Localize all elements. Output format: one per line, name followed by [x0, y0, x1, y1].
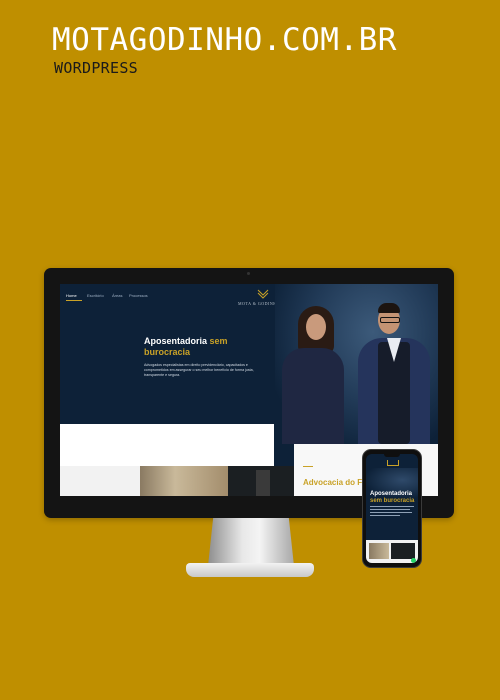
logo-icon	[257, 289, 269, 299]
lawyer-woman-body	[282, 348, 344, 444]
page-subtitle: WORDPRESS	[54, 59, 138, 77]
mobile-office-image	[369, 543, 389, 559]
office-image	[140, 466, 228, 496]
phone-notch	[384, 454, 400, 457]
mobile-screenshot: Aposentadoria sem burocracia	[366, 454, 418, 563]
mobile-hero-title-accent: sem burocracia	[370, 498, 415, 504]
lawyer-woman-face	[306, 314, 326, 340]
nav-item-escritorio[interactable]: Escritório	[87, 293, 104, 298]
mobile-phone: Aposentadoria sem burocracia	[362, 449, 422, 568]
mobile-dark-image	[391, 543, 415, 559]
site-logo-text: MOTA & GODINHO	[238, 301, 281, 306]
mobile-hero-title-white: Aposentadoria	[370, 491, 413, 497]
nav-item-areas[interactable]: Áreas	[112, 293, 122, 298]
door-image	[256, 470, 270, 496]
hero-title-white: Aposentadoria	[144, 336, 210, 346]
nav-item-processos[interactable]: Processos	[129, 293, 148, 298]
lawyer-man-hair	[378, 303, 400, 313]
monitor-stand-neck	[208, 518, 294, 566]
glasses-icon	[380, 317, 400, 323]
section-title: Advocacia do Fu	[303, 478, 368, 487]
section-divider	[303, 466, 313, 467]
mobile-hero-description	[370, 506, 414, 526]
nav-item-home[interactable]: Home	[66, 293, 77, 298]
hero-title: Aposentadoria sem burocracia	[144, 336, 254, 358]
monitor-stand-base	[186, 563, 314, 577]
hero-description: Advogados especialistas em direito previ…	[144, 363, 254, 377]
mobile-hero-title: Aposentadoria sem burocracia	[370, 491, 418, 505]
page-title: MOTAGODINHO.COM.BR	[52, 22, 397, 58]
camera-icon	[247, 272, 250, 275]
whatsapp-icon[interactable]	[411, 558, 416, 563]
mobile-logo-icon	[387, 460, 399, 466]
nav-active-indicator	[66, 300, 82, 301]
